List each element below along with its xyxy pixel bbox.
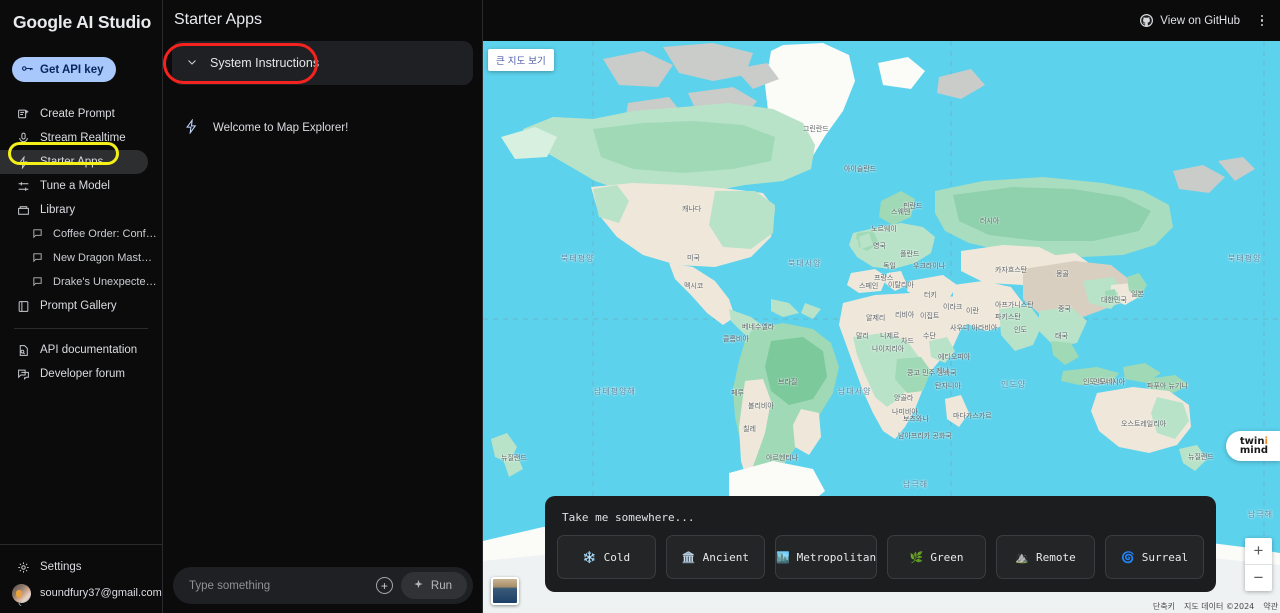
snowflake-icon: ❄️ [582, 550, 597, 564]
sidebar: Google AI Studio Get API key Create Prom… [0, 0, 163, 613]
keyboard-shortcuts-link[interactable]: 단축키 [1153, 601, 1175, 612]
suggestion-chip-label: Metropolitan [796, 550, 877, 564]
github-icon [1140, 14, 1154, 27]
suggestion-chip-list: ❄️ Cold 🏛️ Ancient 🏙️ Metropolitan 🌿 Green ⛰️ Rem… [557, 535, 1205, 579]
herb-icon: 🌿 [909, 550, 924, 564]
view-on-github-button[interactable]: View on GitHub [1140, 14, 1254, 27]
mountain-icon: ⛰️ [1015, 550, 1030, 564]
suggestion-chip-label: Ancient [702, 550, 749, 564]
sparkle-icon [413, 579, 424, 593]
sidebar-item-label: Prompt Gallery [40, 300, 117, 312]
get-api-key-button[interactable]: Get API key [12, 57, 116, 82]
prompt-input-placeholder[interactable]: Type something [189, 580, 376, 592]
sidebar-item-label: Library [40, 204, 76, 216]
collapse-sidebar-button[interactable]: ‹ [12, 595, 28, 611]
library-item-drakes-unexpected[interactable]: Drake's Unexpected R... [0, 270, 162, 294]
more-options-icon[interactable] [1254, 14, 1270, 27]
sidebar-item-label: API documentation [40, 344, 138, 356]
suggestion-chip-green[interactable]: 🌿 Green [887, 535, 987, 579]
zoom-out-button[interactable]: − [1245, 565, 1272, 591]
primary-nav: Create Prompt Stream Realtime Starter Ap… [0, 94, 162, 386]
account-email: soundfury37@gmail.com [40, 587, 162, 599]
suggestion-panel: Take me somewhere... ❄️ Cold 🏛️ Ancient 🏙️ Me… [545, 496, 1216, 592]
sidebar-item-label: Starter Apps [40, 156, 104, 168]
system-instructions-accordion[interactable]: System Instructions [172, 41, 473, 85]
gallery-icon [16, 299, 30, 313]
welcome-message-row: Welcome to Map Explorer! [163, 111, 482, 145]
map-zoom-controls[interactable]: + − [1245, 538, 1272, 591]
suggestion-chip-remote[interactable]: ⛰️ Remote [996, 535, 1096, 579]
gear-icon [16, 560, 30, 574]
suggestion-chip-label: Surreal [1141, 550, 1189, 564]
create-prompt-icon [16, 107, 30, 121]
terms-link[interactable]: 약관 [1263, 601, 1278, 612]
sidebar-item-label: Tune a Model [40, 180, 110, 192]
suggestion-chip-label: Remote [1036, 550, 1076, 564]
welcome-message: Welcome to Map Explorer! [213, 122, 349, 134]
library-item-label: Drake's Unexpected R... [53, 276, 158, 288]
sidebar-item-stream-realtime[interactable]: Stream Realtime [0, 126, 148, 150]
sidebar-item-create-prompt[interactable]: Create Prompt [0, 102, 148, 126]
get-api-key-label: Get API key [40, 63, 104, 76]
view-larger-map-button[interactable]: 큰 지도 보기 [488, 49, 554, 71]
sidebar-item-starter-apps[interactable]: Starter Apps [0, 150, 148, 174]
view-on-github-label: View on GitHub [1160, 14, 1240, 27]
suggestion-panel-title: Take me somewhere... [562, 511, 695, 524]
page-title: Starter Apps [174, 11, 263, 28]
sidebar-item-developer-forum[interactable]: Developer forum [0, 362, 148, 386]
suggestion-chip-label: Cold [603, 550, 631, 564]
library-item-label: Coffee Order: Confir... [53, 228, 158, 240]
top-bar: View on GitHub [483, 0, 1280, 41]
center-panel: Starter Apps System Instructions Welcome… [163, 0, 483, 613]
sidebar-item-label: Settings [40, 561, 82, 573]
prompt-input-bar[interactable]: Type something + Run [173, 567, 473, 604]
forum-icon [16, 367, 30, 381]
add-attachment-button[interactable]: + [375, 577, 393, 594]
map-thumbnail-preview[interactable] [491, 577, 519, 605]
library-icon [16, 203, 30, 217]
suggestion-chip-metropolitan[interactable]: 🏙️ Metropolitan [774, 535, 878, 579]
sidebar-item-label: Developer forum [40, 368, 126, 380]
run-button[interactable]: Run [400, 572, 467, 599]
twinmind-badge[interactable]: twini mind [1225, 431, 1280, 461]
bolt-icon [16, 155, 30, 169]
classical-building-icon: 🏛️ [681, 550, 696, 564]
sidebar-divider [14, 328, 148, 329]
sidebar-item-api-documentation[interactable]: API documentation [0, 338, 148, 362]
library-item-label: New Dragon Master A... [53, 252, 158, 264]
zoom-in-button[interactable]: + [1245, 538, 1272, 564]
sidebar-footer-divider [0, 544, 163, 545]
document-search-icon [16, 343, 30, 357]
sidebar-item-tune-a-model[interactable]: Tune a Model [0, 174, 148, 198]
library-item-coffee-order[interactable]: Coffee Order: Confir... [0, 222, 162, 246]
map-data-copyright: 지도 데이터 ©2024 [1184, 602, 1255, 611]
microphone-icon [16, 131, 30, 145]
sidebar-item-library[interactable]: Library [0, 198, 148, 222]
chat-bubble-icon [32, 252, 44, 264]
sidebar-footer: Settings soundfury37@gmail.com ‹ [0, 544, 163, 613]
suggestion-chip-surreal[interactable]: 🌀 Surreal [1105, 535, 1205, 579]
chevron-down-icon [186, 56, 198, 71]
cityscape-icon: 🏙️ [775, 550, 790, 564]
sidebar-item-settings[interactable]: Settings [0, 555, 149, 579]
run-button-label: Run [430, 579, 452, 592]
chat-bubble-icon [32, 276, 44, 288]
sidebar-item-prompt-gallery[interactable]: Prompt Gallery [0, 294, 148, 318]
suggestion-chip-ancient[interactable]: 🏛️ Ancient [665, 535, 765, 579]
sidebar-item-label: Stream Realtime [40, 132, 126, 144]
suggestion-chip-cold[interactable]: ❄️ Cold [557, 535, 656, 579]
library-item-new-dragon-master[interactable]: New Dragon Master A... [0, 246, 162, 270]
key-icon [21, 62, 34, 78]
sidebar-item-label: Create Prompt [40, 108, 115, 120]
suggestion-chip-label: Green [930, 550, 964, 564]
swirl-icon: 🌀 [1121, 550, 1135, 564]
twinmind-label-bottom: mind [1239, 445, 1268, 456]
chat-bubble-icon [32, 228, 44, 240]
system-instructions-label: System Instructions [210, 56, 320, 70]
bolt-icon [184, 118, 199, 137]
map-attribution: 단축키 지도 데이터 ©2024 약관 [1153, 601, 1278, 612]
tune-icon [16, 179, 30, 193]
app-brand-title: Google AI Studio [13, 12, 152, 32]
